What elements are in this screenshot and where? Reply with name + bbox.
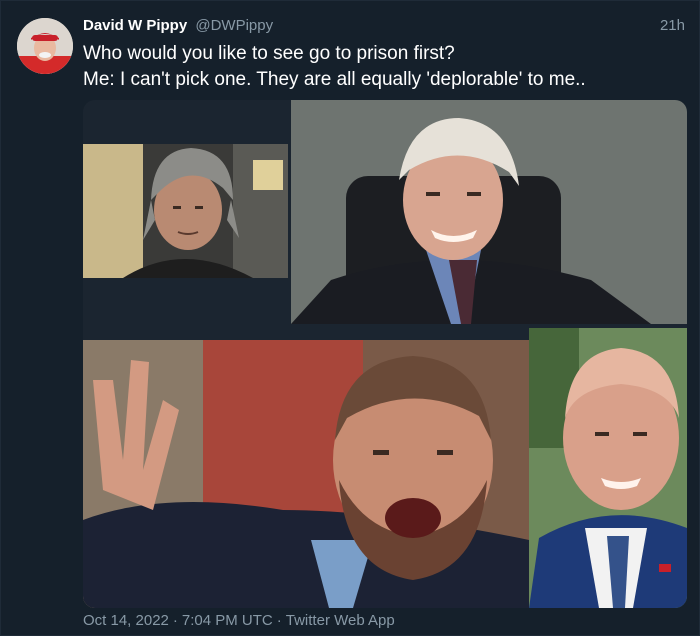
media-photo-2[interactable] (291, 100, 687, 324)
tweet-text: Who would you like to see go to prison f… (83, 43, 586, 90)
relative-time[interactable]: 21h (660, 17, 685, 34)
media-grid[interactable] (83, 100, 687, 608)
display-name[interactable]: David W Pippy (83, 17, 187, 34)
photo-man-bald-suit-icon (529, 328, 687, 608)
photo-man-beard-shouting-icon (83, 340, 529, 608)
media-photo-3[interactable] (83, 340, 529, 608)
tweet-date[interactable]: Oct 14, 2022 (83, 612, 169, 629)
photo-man-white-hair-suit-icon (291, 100, 687, 324)
photo-man-gray-hair-icon (83, 144, 288, 278)
tweet-header: David W Pippy @DWPippy (83, 17, 273, 35)
user-avatar[interactable] (17, 18, 73, 74)
tweet-card: David W Pippy @DWPippy 21h Who would you… (0, 0, 700, 636)
tweet-source[interactable]: Twitter Web App (286, 612, 395, 629)
media-photo-1[interactable] (83, 100, 291, 340)
footer-separator: · (276, 612, 282, 629)
tweet-footer: Oct 14, 2022 · 7:04 PM UTC · Twitter Web App (83, 612, 395, 629)
footer-separator: · (172, 612, 178, 629)
avatar-photo-icon (17, 18, 73, 74)
user-handle[interactable]: @DWPippy (195, 17, 273, 34)
tweet-time[interactable]: 7:04 PM UTC (182, 612, 273, 629)
media-photo-4[interactable] (529, 328, 687, 608)
